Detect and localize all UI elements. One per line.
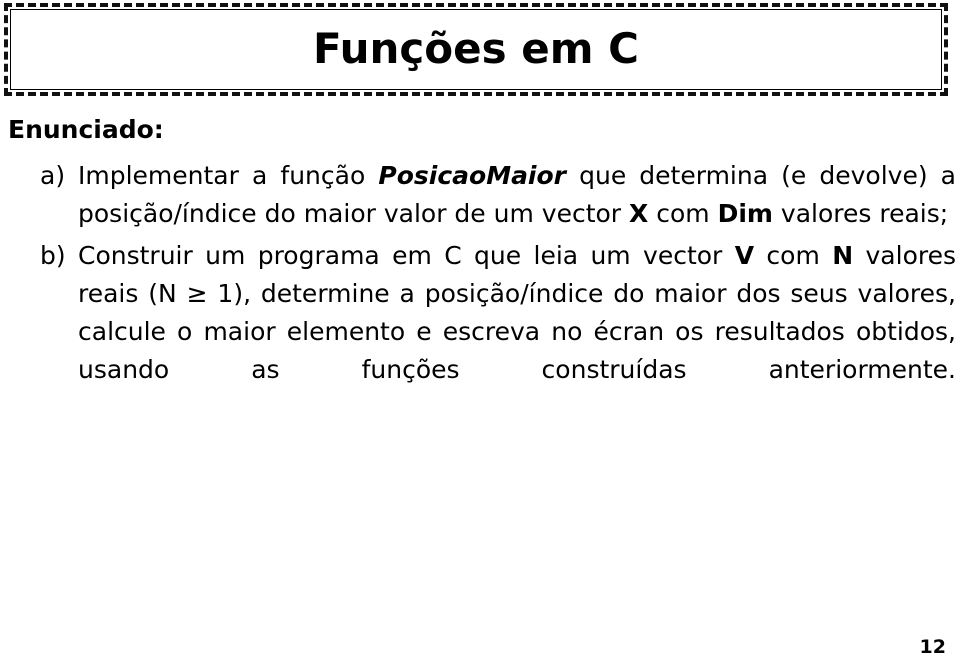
segment-function-name: PosicaoMaior xyxy=(378,160,567,190)
segment-vector-v: V xyxy=(734,240,755,270)
page-number: 12 xyxy=(919,636,946,658)
list-item-marker-b: b) xyxy=(40,240,66,270)
segment-text: Implementar a função xyxy=(78,160,379,190)
segment-text: Construir um programa em C que leia um v… xyxy=(78,240,735,270)
segment-n: N xyxy=(832,240,854,270)
list-item-text-b: Construir um programa em C que leia um v… xyxy=(78,241,956,384)
title-banner-inner: Funções em C xyxy=(10,9,942,90)
section-heading-enunciado: Enunciado: xyxy=(8,115,164,144)
page-title: Funções em C xyxy=(313,24,639,74)
list-item: b) Construir um programa em C que leia u… xyxy=(0,237,956,427)
segment-text: com xyxy=(754,240,833,270)
exercise-list: a) Implementar a função PosicaoMaior que… xyxy=(0,157,960,427)
list-item-marker-a: a) xyxy=(40,160,66,190)
slide-body: Enunciado: a) Implementar a função Posic… xyxy=(0,115,960,433)
title-banner: Funções em C xyxy=(4,3,948,96)
segment-text: valores reais; xyxy=(772,198,949,228)
segment-text: com xyxy=(648,198,718,228)
segment-vector-x: X xyxy=(629,198,649,228)
list-item: a) Implementar a função PosicaoMaior que… xyxy=(0,157,956,233)
list-item-text-a: Implementar a função PosicaoMaior que de… xyxy=(78,161,956,228)
segment-dim: Dim xyxy=(717,198,773,228)
